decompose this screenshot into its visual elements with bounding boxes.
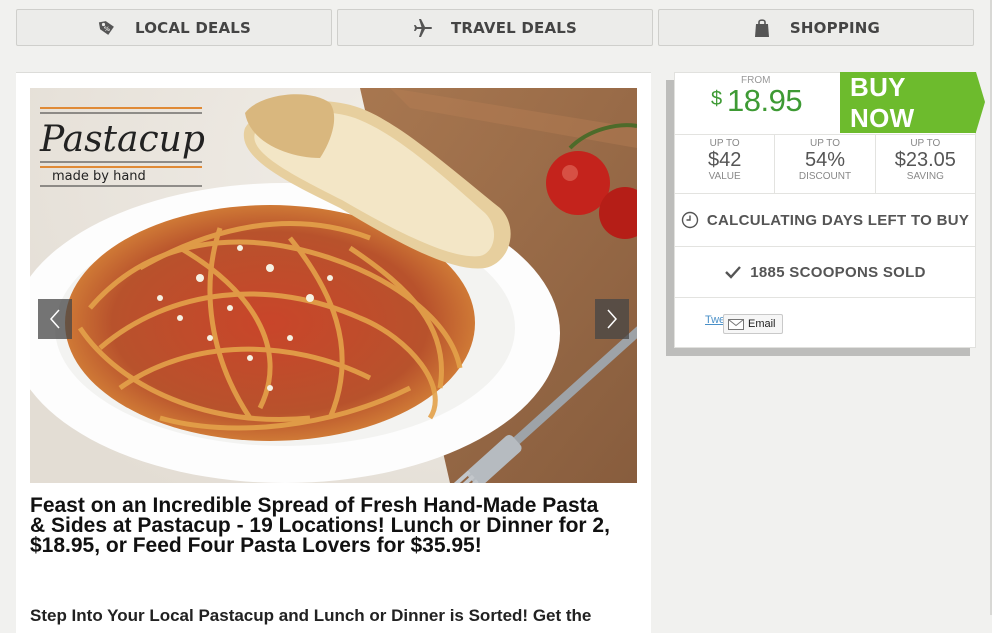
deal-hero-image: Pastacup made by hand (30, 88, 637, 483)
clock-icon (681, 211, 699, 229)
deal-image-carousel: Pastacup made by hand (30, 88, 637, 483)
category-local-deals[interactable]: % LOCAL DEALS (16, 9, 332, 46)
email-label: Email (748, 318, 776, 330)
days-left-row: CALCULATING DAYS LEFT TO BUY (675, 194, 975, 247)
deal-main-panel: Pastacup made by hand Feast on an Incred… (16, 72, 651, 633)
category-travel-deals[interactable]: TRAVEL DEALS (337, 9, 653, 46)
category-label: SHOPPING (789, 18, 881, 37)
deal-title: Feast on an Incredible Spread of Fresh H… (30, 494, 610, 557)
price-currency: $ (711, 88, 723, 110)
stat-number: $42 (707, 149, 742, 171)
stat-up-to: UP TO (809, 138, 840, 149)
category-shopping[interactable]: SHOPPING (658, 9, 974, 46)
carousel-next-button[interactable] (595, 299, 629, 339)
chevron-left-icon (49, 309, 60, 329)
stat-up-to: UP TO (910, 138, 941, 149)
stat-up-to: UP TO (709, 138, 740, 149)
sold-count-text: 1885 SCOOPONS SOLD (750, 263, 926, 281)
price-row: FROM $ 18.95 BUY NOW (675, 72, 985, 135)
logo-text: Pastacup (39, 119, 205, 160)
days-left-text: CALCULATING DAYS LEFT TO BUY (706, 211, 970, 229)
logo-tagline: made by hand (52, 169, 146, 184)
chevron-right-icon (607, 309, 618, 329)
tag-icon: % (97, 18, 117, 38)
stat-saving: UP TO $23.05 SAVING (876, 134, 975, 193)
deal-price: 18.95 (727, 83, 803, 118)
stat-number: $23.05 (894, 149, 956, 171)
category-nav: % LOCAL DEALS TRAVEL DEALS SHOPPING (0, 0, 992, 56)
envelope-icon (728, 318, 744, 330)
stat-caption: SAVING (906, 171, 944, 182)
category-label: LOCAL DEALS (134, 18, 252, 37)
deal-stats: UP TO $42 VALUE UP TO 54% DISCOUNT UP TO… (675, 134, 975, 194)
carousel-prev-button[interactable] (38, 299, 72, 339)
deal-intro-text: Step Into Your Local Pastacup and Lunch … (30, 606, 592, 625)
stat-discount: UP TO 54% DISCOUNT (775, 134, 876, 193)
deal-purchase-panel: FROM $ 18.95 BUY NOW UP TO $42 VALUE UP … (674, 72, 985, 348)
stat-value: UP TO $42 VALUE (675, 134, 776, 193)
share-row: Twe Email (675, 299, 975, 347)
shopping-bag-icon (752, 18, 772, 38)
category-label: TRAVEL DEALS (450, 18, 578, 37)
airplane-icon (413, 18, 433, 38)
buy-now-button[interactable]: BUY NOW (840, 72, 985, 133)
stat-number: 54% (804, 149, 845, 171)
stat-caption: DISCOUNT (798, 171, 852, 182)
sold-count-row: 1885 SCOOPONS SOLD (675, 247, 975, 298)
stat-caption: VALUE (708, 171, 741, 182)
checkmark-icon (724, 264, 742, 280)
email-share-button[interactable]: Email (723, 314, 783, 334)
svg-text:%: % (104, 26, 110, 33)
